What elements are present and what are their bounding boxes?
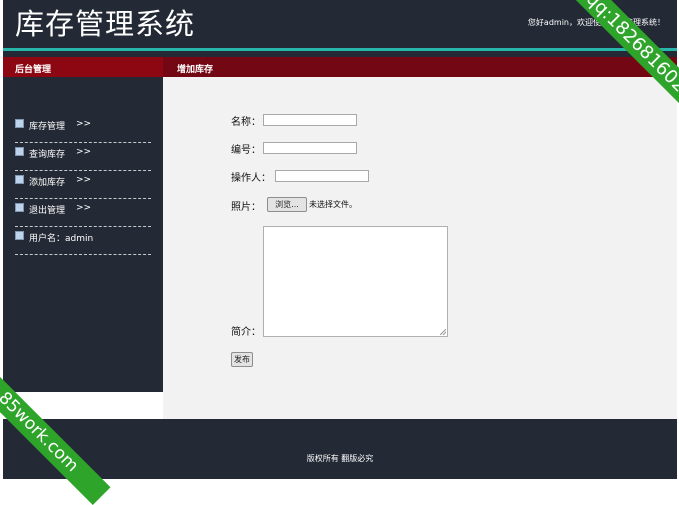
intro-textarea[interactable] bbox=[263, 226, 448, 337]
page-frame: 库存管理系统 您好admin，欢迎使用库存管理系统！ 后台管理 增加库存 库存管… bbox=[3, 0, 677, 479]
resize-grip-icon[interactable] bbox=[440, 329, 446, 335]
footer: 版权所有 翻版必究 bbox=[3, 419, 677, 479]
sidebar-section-bar: 后台管理 bbox=[3, 57, 163, 77]
sidebar-item-arrow: >> bbox=[76, 203, 92, 213]
sidebar-menu: 库存管理 >> 查询库存 >> 添加库存 >> 退出管理 >> 用户名：admi… bbox=[15, 115, 151, 255]
app-title: 库存管理系统 bbox=[15, 7, 196, 41]
sidebar-item-arrow: >> bbox=[76, 147, 92, 157]
document-icon bbox=[15, 119, 24, 128]
sidebar-item-label[interactable]: 退出管理 bbox=[29, 203, 65, 216]
main-content: 名称： 编号： 操作人： 照片： 浏览... 未选择文件。 简介： 发布 bbox=[163, 77, 677, 419]
sidebar-section-title: 后台管理 bbox=[15, 65, 52, 75]
intro-label: 简介： bbox=[231, 327, 261, 338]
document-icon bbox=[15, 203, 24, 212]
sidebar-item-label[interactable]: 查询库存 bbox=[29, 147, 65, 160]
operator-label: 操作人： bbox=[231, 173, 271, 184]
name-input[interactable] bbox=[263, 114, 357, 126]
sidebar-item-inventory-manage[interactable]: 库存管理 >> bbox=[15, 115, 151, 143]
sidebar-item-add-inventory[interactable]: 添加库存 >> bbox=[15, 171, 151, 199]
sidebar-item-username: 用户名：admin bbox=[15, 227, 151, 255]
document-icon bbox=[15, 147, 24, 156]
sidebar: 库存管理 >> 查询库存 >> 添加库存 >> 退出管理 >> 用户名：admi… bbox=[3, 77, 163, 392]
sidebar-item-query-inventory[interactable]: 查询库存 >> bbox=[15, 143, 151, 171]
sidebar-item-label[interactable]: 库存管理 bbox=[29, 119, 65, 132]
browse-button[interactable]: 浏览... bbox=[267, 197, 307, 212]
sidebar-item-arrow: >> bbox=[76, 119, 92, 129]
photo-label: 照片： bbox=[231, 202, 261, 213]
code-label: 编号： bbox=[231, 145, 261, 156]
sidebar-item-label[interactable]: 添加库存 bbox=[29, 175, 65, 188]
document-icon bbox=[15, 231, 24, 240]
sidebar-item-logout[interactable]: 退出管理 >> bbox=[15, 199, 151, 227]
name-label: 名称： bbox=[231, 117, 261, 128]
sidebar-item-arrow: >> bbox=[76, 175, 92, 185]
code-input[interactable] bbox=[263, 142, 357, 154]
document-icon bbox=[15, 175, 24, 184]
operator-input[interactable] bbox=[275, 170, 369, 182]
main-section-bar: 增加库存 bbox=[163, 57, 677, 77]
publish-button[interactable]: 发布 bbox=[231, 352, 253, 367]
no-file-text: 未选择文件。 bbox=[309, 200, 357, 209]
main-section-title: 增加库存 bbox=[177, 65, 214, 75]
header: 库存管理系统 您好admin，欢迎使用库存管理系统！ bbox=[3, 0, 677, 48]
sidebar-item-label: 用户名：admin bbox=[29, 234, 94, 244]
copyright-text: 版权所有 翻版必究 bbox=[306, 454, 374, 463]
